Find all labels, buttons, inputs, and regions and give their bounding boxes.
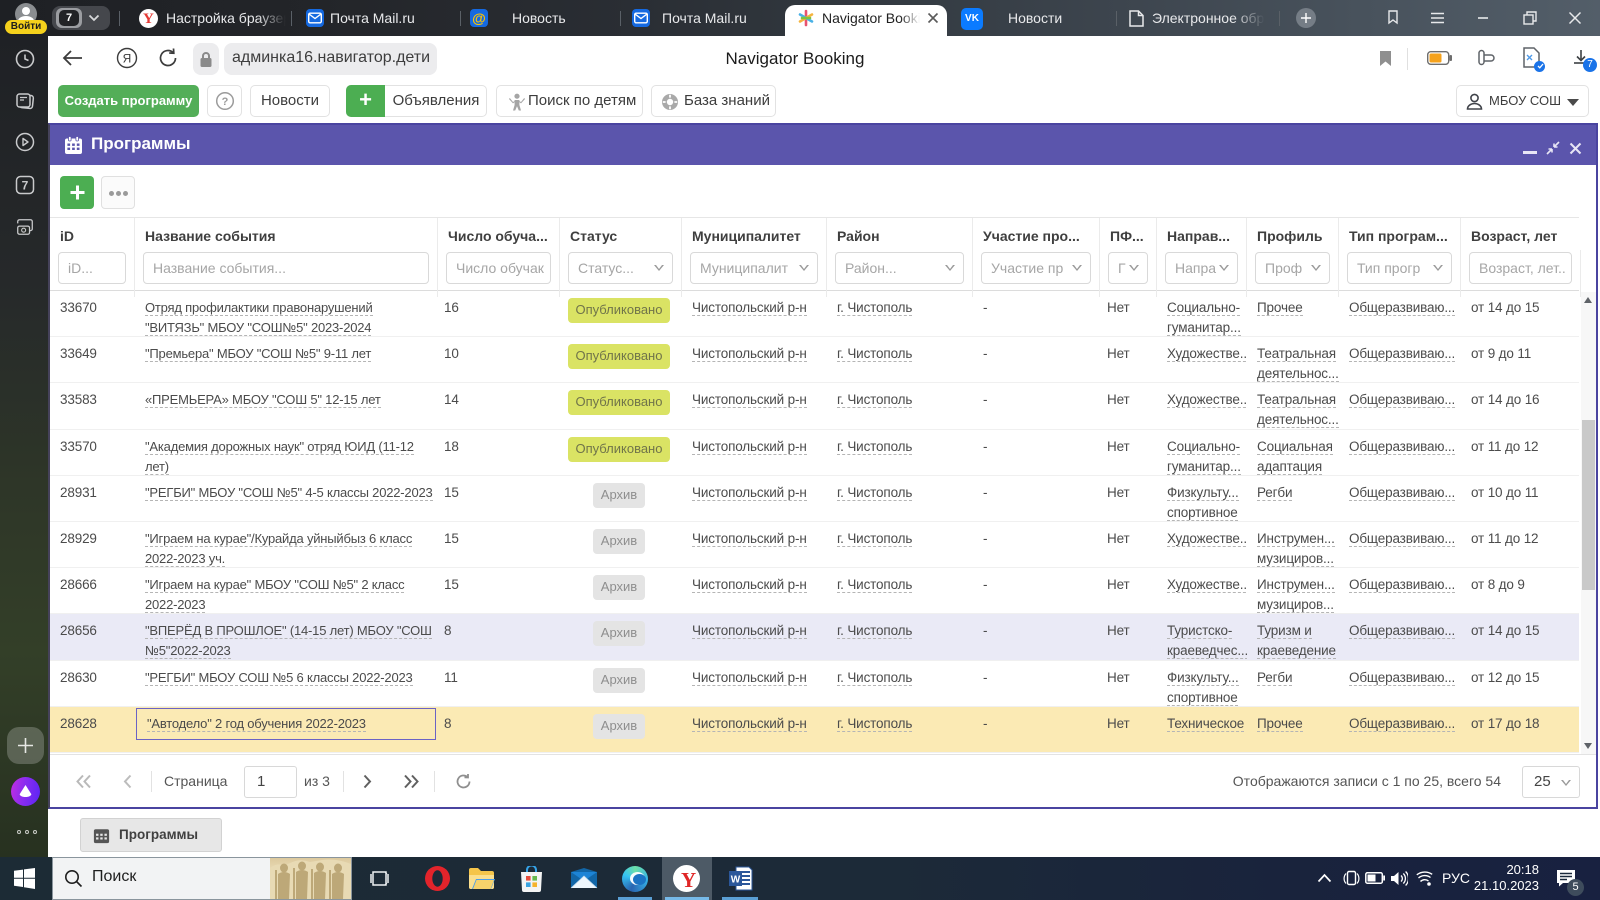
svg-text:W: W: [731, 875, 741, 886]
svg-text:7: 7: [22, 179, 29, 193]
svg-text:?: ?: [221, 96, 228, 108]
